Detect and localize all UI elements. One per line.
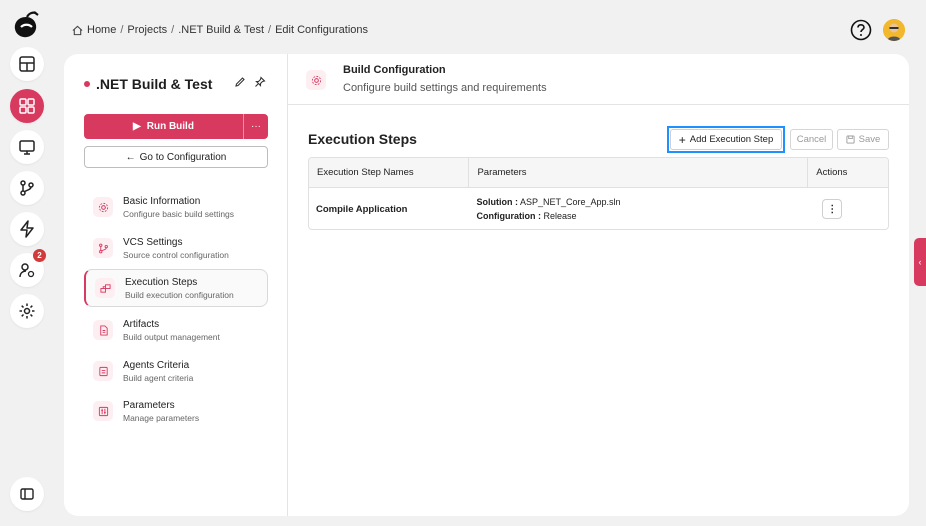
column-header: Actions: [816, 167, 848, 178]
table-row[interactable]: Compile Application Solution : ASP_NET_C…: [309, 188, 888, 229]
nav-item-title: Execution Steps: [125, 276, 198, 288]
home-icon[interactable]: [72, 25, 83, 36]
breadcrumb-projects[interactable]: Projects: [127, 24, 167, 36]
param-value: Release: [543, 211, 577, 221]
config-title: Build Configuration: [343, 64, 446, 76]
nav-item-title: Agents Criteria: [123, 359, 190, 371]
run-options-button[interactable]: ···: [244, 114, 268, 139]
sliders-icon: [98, 406, 108, 416]
user-avatar-icon: [883, 19, 905, 41]
nav-item-subtitle: Build agent criteria: [123, 372, 194, 383]
notification-badge: 2: [33, 249, 46, 262]
main-card: .NET Build & Test ▶ Run Build ··· ← Go t…: [64, 54, 909, 516]
settings-button[interactable]: [10, 294, 44, 328]
section-title: Execution Steps: [308, 131, 417, 147]
sidebar-toggle-icon: [20, 488, 34, 500]
nav-item-title: VCS Settings: [123, 236, 183, 248]
save-button[interactable]: Save: [837, 129, 889, 150]
app-logo-icon[interactable]: [12, 10, 40, 40]
config-sidebar: .NET Build & Test ▶ Run Build ··· ← Go t…: [64, 54, 288, 516]
triggers-button[interactable]: [10, 212, 44, 246]
nav-item-parameters[interactable]: Parameters Manage parameters: [84, 392, 268, 430]
project-title-text: .NET Build & Test: [96, 76, 213, 92]
nav-item-title: Basic Information: [123, 195, 201, 207]
plus-icon: +: [678, 132, 686, 147]
nav-item-subtitle: Configure basic build settings: [123, 208, 235, 219]
column-header: Parameters: [469, 158, 809, 187]
nav-item-execution-steps[interactable]: Execution Steps Build execution configura…: [84, 269, 268, 307]
layout-grid-icon: [19, 56, 35, 72]
nav-item-artifacts[interactable]: Artifacts Build output management: [84, 311, 268, 349]
avatar[interactable]: [883, 19, 905, 41]
file-icon: [99, 324, 108, 336]
breadcrumb-current: Edit Configurations: [275, 24, 369, 36]
run-build-button[interactable]: ▶ Run Build ···: [84, 114, 268, 139]
go-to-configuration-button[interactable]: ← Go to Configuration: [84, 146, 268, 168]
help-icon[interactable]: [850, 19, 872, 41]
left-rail: 2: [0, 0, 52, 526]
nav-item-agents-criteria[interactable]: Agents Criteria Build agent criteria: [84, 352, 268, 390]
breadcrumb-separator: /: [120, 24, 124, 36]
save-icon: [846, 135, 855, 144]
steps-icon: [99, 283, 111, 293]
pin-icon[interactable]: [254, 76, 266, 88]
param-key: Solution :: [476, 197, 518, 207]
nav-item-title: Parameters: [123, 399, 175, 411]
git-branch-icon: [98, 243, 108, 253]
monitor-button[interactable]: [10, 130, 44, 164]
go-to-configuration-label: Go to Configuration: [139, 151, 227, 163]
monitor-icon: [19, 140, 35, 155]
status-dot: [84, 81, 90, 87]
nav-item-subtitle: Manage parameters: [123, 412, 200, 423]
nav-item-title: Artifacts: [123, 318, 160, 330]
arrow-left-icon: ←: [125, 151, 136, 163]
row-actions-button[interactable]: ⋮: [822, 199, 843, 219]
apps-grid-icon: [19, 98, 35, 114]
nav-item-subtitle: Source control configuration: [123, 249, 229, 260]
git-branch-icon: [20, 180, 34, 196]
nav-item-subtitle: Build execution configuration: [125, 289, 234, 300]
save-label: Save: [858, 134, 881, 145]
collapse-sidebar-button[interactable]: [10, 477, 44, 511]
vcs-button[interactable]: [10, 171, 44, 205]
project-title: .NET Build & Test: [84, 76, 212, 92]
breadcrumb-separator: /: [171, 24, 175, 36]
config-icon-box: [306, 70, 326, 90]
config-header: Build Configuration Configure build sett…: [288, 54, 909, 105]
chevron-left-icon: ‹: [918, 257, 922, 267]
gear-icon: [19, 303, 35, 319]
run-build-main[interactable]: ▶ Run Build: [84, 114, 244, 139]
run-build-label: Run Build: [146, 121, 194, 132]
add-execution-step-label: Add Execution Step: [689, 134, 774, 145]
users-button[interactable]: 2: [10, 249, 46, 287]
breadcrumb-separator: /: [268, 24, 272, 36]
side-panel-toggle[interactable]: ‹: [914, 238, 926, 286]
agent-icon: [98, 366, 108, 376]
edit-icon[interactable]: [234, 76, 246, 88]
config-subtitle: Configure build settings and requirement…: [343, 82, 547, 94]
nav-item-basic-information[interactable]: Basic Information Configure basic build s…: [84, 188, 268, 226]
nav-item-subtitle: Build output management: [123, 331, 220, 342]
param-key: Configuration :: [476, 211, 541, 221]
nav-item-vcs-settings[interactable]: VCS Settings Source control configuration: [84, 229, 268, 267]
cancel-button[interactable]: Cancel: [790, 129, 833, 150]
gear-icon: [98, 202, 108, 212]
user-settings-icon: [19, 263, 35, 278]
projects-button[interactable]: [10, 89, 44, 123]
step-actions: ⋮: [808, 188, 888, 229]
step-parameters: Solution : ASP_NET_Core_App.sln Configur…: [469, 188, 808, 229]
add-execution-step-button[interactable]: + Add Execution Step: [667, 126, 785, 153]
gear-icon: [311, 75, 321, 85]
breadcrumb: Home / Projects / .NET Build & Test / Ed…: [72, 24, 368, 36]
breadcrumb-project[interactable]: .NET Build & Test: [178, 24, 264, 36]
column-header: Execution Step Names: [309, 158, 470, 187]
dashboard-button[interactable]: [10, 47, 44, 81]
lightning-icon: [20, 220, 34, 238]
param-value: ASP_NET_Core_App.sln: [519, 197, 621, 207]
table-header: Execution Step Names Parameters Actions: [309, 158, 888, 188]
execution-steps-table: Execution Step Names Parameters Actions …: [308, 157, 889, 230]
breadcrumb-home[interactable]: Home: [87, 24, 116, 36]
play-icon: ▶: [133, 121, 141, 132]
step-name: Compile Application: [316, 203, 408, 215]
